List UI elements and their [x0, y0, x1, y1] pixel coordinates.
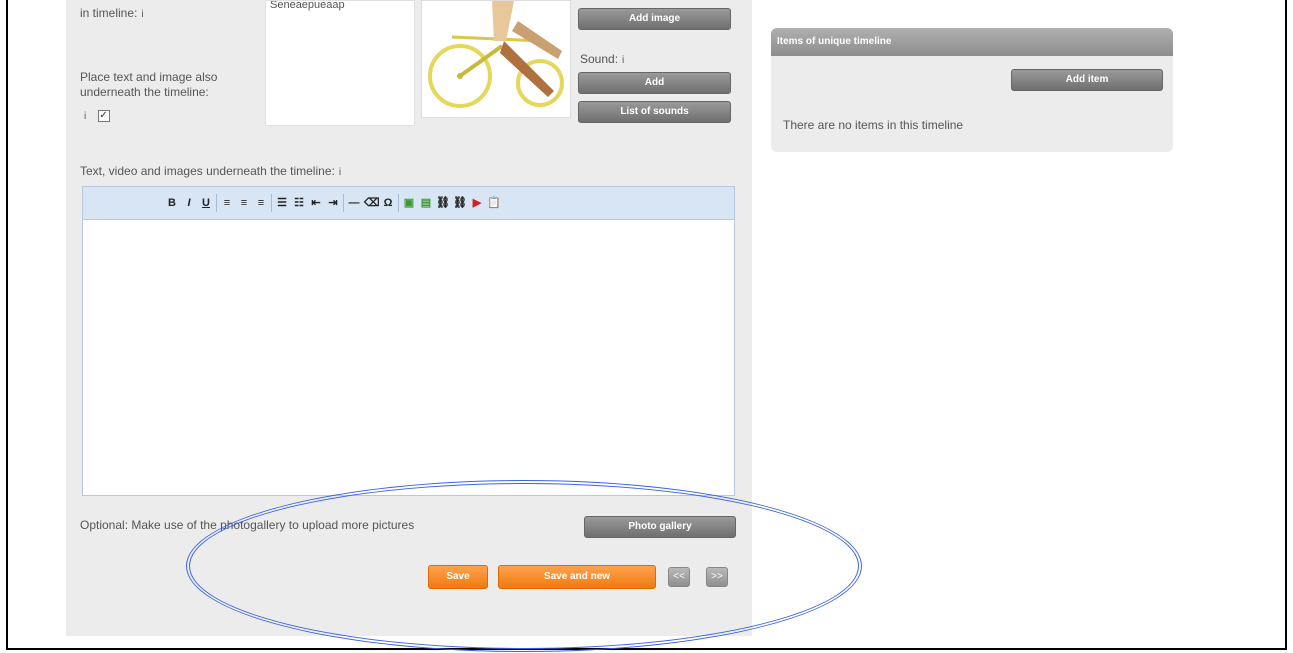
outdent-icon[interactable]: ⇤: [309, 195, 323, 211]
no-items-text: There are no items in this timeline: [783, 118, 964, 132]
toolbar-divider: [271, 194, 272, 212]
add-sound-button[interactable]: Add: [578, 72, 731, 94]
timeline-items-header: Items of unique timeline: [771, 28, 1173, 56]
info-icon[interactable]: i: [141, 9, 143, 20]
photo-gallery-button[interactable]: Photo gallery: [584, 516, 736, 538]
place-text-controls: i ✓: [84, 108, 110, 124]
info-icon[interactable]: i: [339, 167, 341, 178]
link-icon[interactable]: ⛓: [436, 195, 450, 211]
italic-icon[interactable]: I: [182, 195, 196, 211]
place-underneath-checkbox[interactable]: ✓: [97, 109, 110, 122]
place-text-label: Place text and image also underneath the…: [80, 70, 218, 99]
horizontal-rule-icon[interactable]: —: [347, 195, 361, 211]
sound-label: Sound: i: [580, 52, 625, 66]
bullet-list-icon[interactable]: ☰: [275, 195, 289, 211]
align-center-icon[interactable]: ≡: [237, 195, 251, 211]
youtube-icon[interactable]: ▶: [470, 195, 484, 211]
editor-content-area[interactable]: [83, 220, 734, 496]
editor-toolbar: B I U ≡ ≡ ≡ ☰ ☷ ⇤ ⇥ — ⌫ Ω ▣ ▤ ⛓ ⛓ ▶ 📋: [83, 187, 734, 220]
save-and-new-button[interactable]: Save and new: [498, 565, 656, 589]
previous-button[interactable]: <<: [668, 567, 690, 587]
editor-toolbar-buttons: B I U ≡ ≡ ≡ ☰ ☷ ⇤ ⇥ — ⌫ Ω ▣ ▤ ⛓ ⛓ ▶ 📋: [165, 193, 501, 213]
timeline-items-panel: Items of unique timeline Add item There …: [771, 28, 1173, 152]
add-item-button[interactable]: Add item: [1011, 69, 1163, 91]
align-left-icon[interactable]: ≡: [220, 195, 234, 211]
save-button[interactable]: Save: [428, 565, 488, 589]
bicycle-image: [428, 1, 564, 108]
list-of-sounds-button[interactable]: List of sounds: [578, 101, 731, 123]
bold-icon[interactable]: B: [165, 195, 179, 211]
special-char-icon[interactable]: Ω: [381, 195, 395, 211]
image-icon[interactable]: ▣: [402, 195, 416, 211]
timeline-image-preview: [421, 0, 571, 118]
toolbar-divider: [398, 194, 399, 212]
in-timeline-label: in timeline: i: [80, 6, 144, 20]
underline-icon[interactable]: U: [199, 195, 213, 211]
numbered-list-icon[interactable]: ☷: [292, 195, 306, 211]
add-image-button[interactable]: Add image: [578, 8, 731, 30]
media-icon[interactable]: ▤: [419, 195, 433, 211]
indent-icon[interactable]: ⇥: [326, 195, 340, 211]
paste-icon[interactable]: 📋: [487, 195, 501, 211]
underneath-label: Text, video and images underneath the ti…: [80, 164, 342, 178]
optional-gallery-label: Optional: Make use of the photogallery t…: [80, 518, 415, 532]
next-button[interactable]: >>: [706, 567, 728, 587]
clear-format-icon[interactable]: ⌫: [364, 195, 380, 211]
toolbar-divider: [343, 194, 344, 212]
toolbar-divider: [216, 194, 217, 212]
rich-text-editor[interactable]: B I U ≡ ≡ ≡ ☰ ☷ ⇤ ⇥ — ⌫ Ω ▣ ▤ ⛓ ⛓ ▶ 📋: [82, 186, 735, 496]
align-right-icon[interactable]: ≡: [254, 195, 268, 211]
unlink-icon[interactable]: ⛓: [453, 195, 467, 211]
info-icon[interactable]: i: [84, 111, 86, 122]
description-textarea[interactable]: Seneaepueaap: [265, 0, 415, 126]
info-icon[interactable]: i: [622, 55, 624, 66]
